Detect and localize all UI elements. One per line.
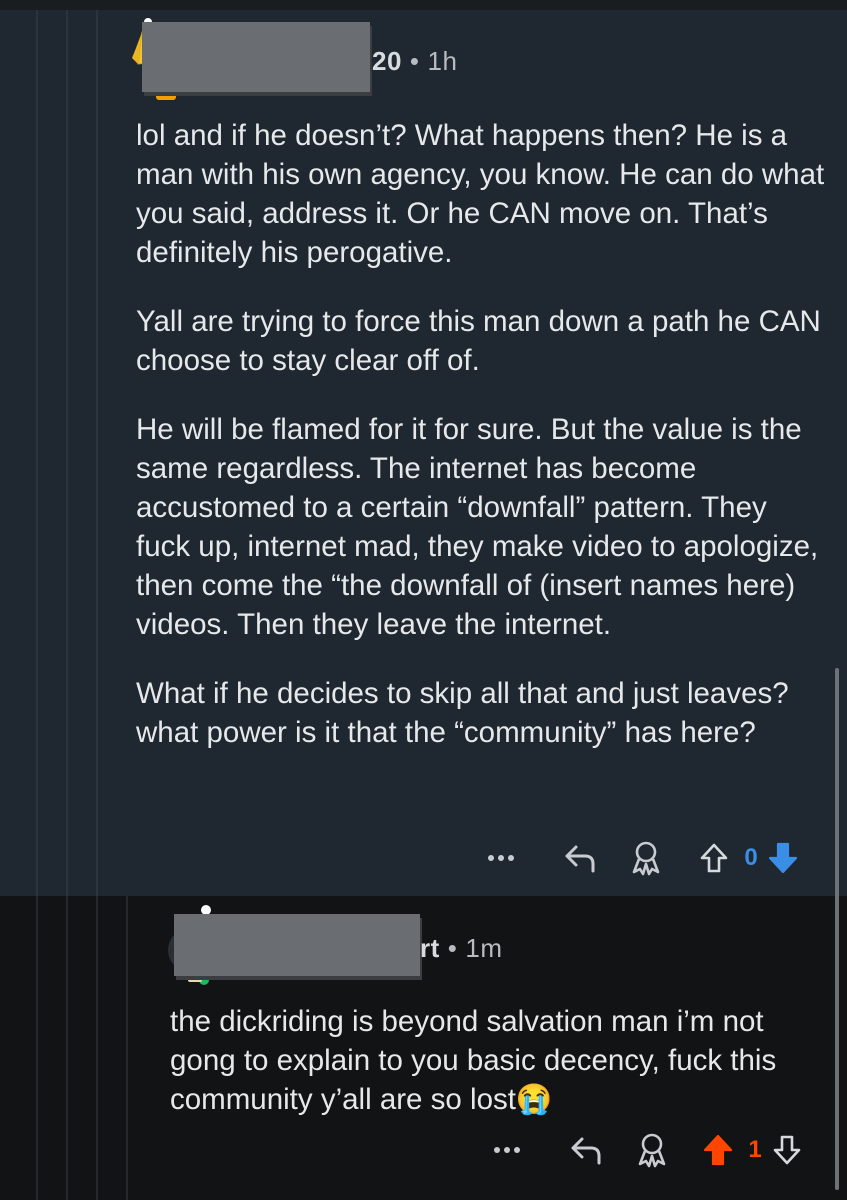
thread-line[interactable] — [126, 896, 128, 1200]
comment-reply: rt • 1m the dickriding is beyond salvation… — [0, 896, 847, 1200]
meta-separator: • — [409, 46, 420, 76]
comment-actions: 0 — [478, 836, 806, 880]
reply-icon — [571, 1137, 601, 1165]
award-icon — [638, 1133, 666, 1168]
vote-count: 1 — [748, 1136, 762, 1163]
upvote-arrow-icon — [700, 843, 728, 873]
more-options-button[interactable] — [478, 853, 524, 863]
username-visible-part[interactable]: rt — [420, 933, 440, 963]
thread-line[interactable] — [66, 896, 68, 1200]
reply-button[interactable] — [550, 1135, 622, 1165]
more-options-icon — [488, 855, 514, 861]
award-button[interactable] — [622, 1132, 682, 1168]
downvote-arrow-icon — [773, 1135, 801, 1165]
comment-text: the dickriding is beyond salvation man i… — [170, 1005, 777, 1116]
thread-line[interactable] — [96, 896, 98, 1200]
comment-meta: rt • 1m — [420, 933, 503, 964]
downvote-button[interactable] — [760, 841, 806, 875]
comment-body: lol and if he doesn’t? What happens then… — [136, 116, 826, 782]
thread-line[interactable] — [36, 10, 38, 896]
more-options-button[interactable] — [484, 1145, 530, 1155]
comment-paragraph: the dickriding is beyond salvation man i… — [170, 1002, 810, 1119]
reply-icon — [565, 845, 595, 873]
comment-actions: 1 — [484, 1128, 810, 1172]
comment-paragraph: lol and if he doesn’t? What happens then… — [136, 119, 825, 269]
downvote-button[interactable] — [764, 1134, 810, 1166]
top-bar — [0, 0, 847, 10]
crying-face-emoji: 😭 — [515, 1083, 553, 1116]
thread-line[interactable] — [66, 10, 68, 896]
redacted-username — [142, 22, 370, 92]
username-visible-part[interactable]: 20 — [372, 46, 402, 76]
comment-paragraph: Yall are trying to force this man down a… — [136, 305, 821, 377]
comment-paragraph: He will be flamed for it for sure. But t… — [136, 413, 819, 641]
more-options-icon — [494, 1147, 520, 1153]
redacted-username — [174, 914, 420, 976]
thread-line[interactable] — [36, 896, 38, 1200]
award-icon — [632, 841, 660, 876]
meta-separator: • — [447, 933, 458, 963]
thread-line[interactable] — [96, 10, 98, 896]
downvote-arrow-icon — [768, 842, 798, 874]
timestamp: 1h — [427, 46, 458, 76]
scrollbar[interactable] — [835, 668, 839, 1190]
upvote-button[interactable] — [690, 1133, 746, 1167]
comment-body: the dickriding is beyond salvation man i… — [170, 1002, 810, 1119]
vote-count: 0 — [744, 844, 758, 871]
upvote-button[interactable] — [686, 842, 742, 874]
award-button[interactable] — [616, 840, 676, 876]
comment-meta: 20 • 1h — [372, 46, 457, 77]
upvote-arrow-icon — [703, 1134, 733, 1166]
comment-parent: 20 • 1h lol and if he doesn’t? What happen… — [0, 10, 847, 896]
timestamp: 1m — [465, 933, 503, 963]
reply-button[interactable] — [544, 843, 616, 873]
comment-paragraph: What if he decides to skip all that and … — [136, 677, 789, 749]
